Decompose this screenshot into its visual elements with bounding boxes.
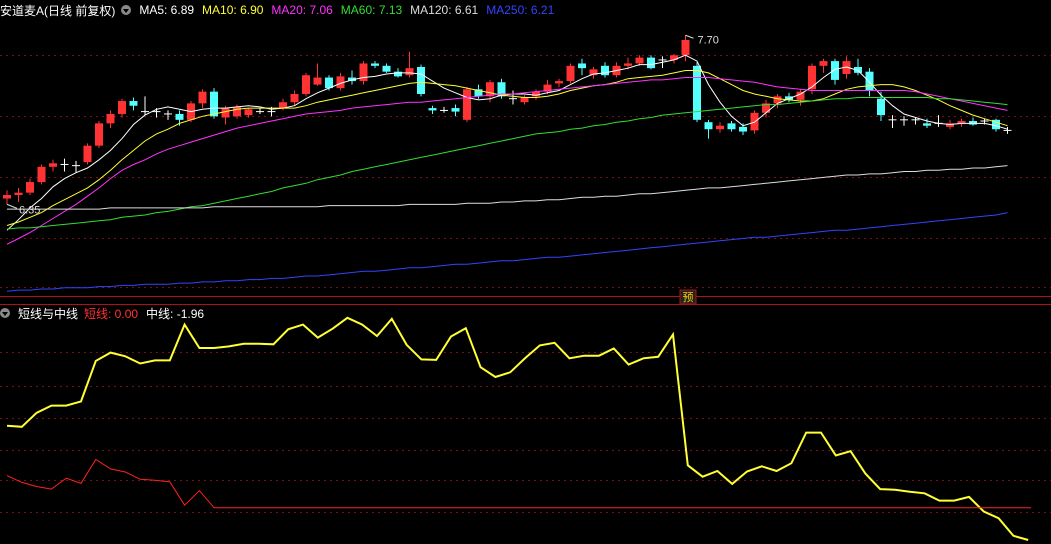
candle-body bbox=[808, 65, 816, 90]
candle-body bbox=[233, 106, 241, 117]
ma10-label: MA10: 6.90 bbox=[202, 3, 264, 17]
candle-body bbox=[428, 108, 437, 111]
ma20-label: MA20: 7.06 bbox=[271, 3, 333, 17]
moving-averages bbox=[6, 54, 1008, 292]
mid-line bbox=[6, 316, 1029, 541]
candle-body bbox=[221, 108, 230, 118]
dropdown-icon[interactable] bbox=[0, 308, 10, 318]
candle-body bbox=[95, 123, 103, 146]
ma250-line bbox=[6, 212, 1008, 292]
candle-body bbox=[969, 121, 977, 125]
short-line bbox=[6, 458, 1031, 509]
ma60-line bbox=[6, 97, 1008, 230]
candle-body bbox=[175, 113, 184, 120]
candle-body bbox=[405, 68, 414, 76]
candle-body bbox=[819, 61, 828, 66]
candle-body bbox=[118, 101, 126, 114]
indicator-header: 短线与中线 短线: 0.00 中线: -1.96 bbox=[0, 303, 212, 323]
candle-body bbox=[704, 122, 713, 130]
high-pointer bbox=[685, 34, 694, 39]
ma120-label: MA120: 6.61 bbox=[410, 3, 479, 17]
candle-body bbox=[313, 77, 322, 85]
candle-body bbox=[624, 63, 632, 66]
candle-body bbox=[198, 91, 207, 104]
ma20-line bbox=[6, 77, 1008, 245]
candle-body bbox=[26, 182, 34, 193]
candle-body bbox=[681, 39, 690, 56]
candle-body bbox=[486, 82, 494, 97]
candle-body bbox=[106, 113, 115, 124]
candle-body bbox=[647, 57, 655, 69]
candle-body bbox=[371, 63, 379, 66]
candle-body bbox=[739, 126, 747, 132]
candle-body bbox=[520, 97, 529, 103]
candle-body bbox=[566, 65, 575, 82]
candle-body bbox=[210, 91, 218, 117]
indicator-lines bbox=[6, 316, 1031, 541]
chart-canvas: 7.70 6.35 预 bbox=[0, 34, 1051, 541]
low-price-label: 6.35 bbox=[19, 204, 40, 216]
candle-body bbox=[394, 71, 402, 77]
candle-body bbox=[451, 108, 460, 112]
candle-body bbox=[14, 192, 23, 195]
dropdown-icon[interactable] bbox=[121, 5, 132, 15]
forecast-marker: 预 bbox=[683, 291, 694, 304]
candle-body bbox=[129, 101, 138, 106]
candle-body bbox=[244, 109, 253, 116]
candle-body bbox=[382, 65, 391, 72]
candle-body bbox=[865, 71, 874, 91]
ma5-label: MA5: 6.89 bbox=[139, 3, 195, 17]
stock-title: 安道麦A(日线 前复权) bbox=[0, 3, 116, 18]
candle-body bbox=[877, 98, 885, 116]
candle-body bbox=[290, 93, 299, 103]
ma5-line bbox=[6, 54, 1008, 231]
candle-body bbox=[831, 61, 839, 80]
candle-body bbox=[49, 163, 57, 167]
candle-body bbox=[417, 66, 425, 94]
candle-body bbox=[796, 91, 805, 100]
indicator-title: 短线与中线 bbox=[18, 306, 79, 321]
candle-body bbox=[555, 81, 563, 84]
ma120-line bbox=[7, 165, 1008, 210]
main-chart-header: 安道麦A(日线 前复权) MA5: 6.89 MA10: 6.90 MA20: … bbox=[0, 0, 562, 20]
short-line-label: 短线: 0.00 bbox=[84, 306, 139, 321]
candle-body bbox=[601, 65, 609, 76]
candle-body bbox=[3, 194, 11, 199]
candle-body bbox=[302, 75, 310, 94]
candle-body bbox=[83, 145, 92, 163]
candle-body bbox=[37, 166, 46, 183]
candle-body bbox=[463, 89, 471, 120]
candle-body bbox=[578, 63, 586, 69]
ma250-label: MA250: 6.21 bbox=[486, 3, 555, 17]
mid-line-label: 中线: -1.96 bbox=[146, 306, 205, 321]
candle-body bbox=[727, 123, 736, 130]
low-pointer bbox=[6, 203, 18, 209]
candle-body bbox=[923, 123, 931, 126]
candle-body bbox=[716, 125, 724, 130]
candlesticks bbox=[3, 35, 1012, 205]
ma60-label: MA60: 7.13 bbox=[340, 3, 403, 17]
high-price-label: 7.70 bbox=[698, 34, 719, 46]
candle-body bbox=[635, 57, 644, 64]
